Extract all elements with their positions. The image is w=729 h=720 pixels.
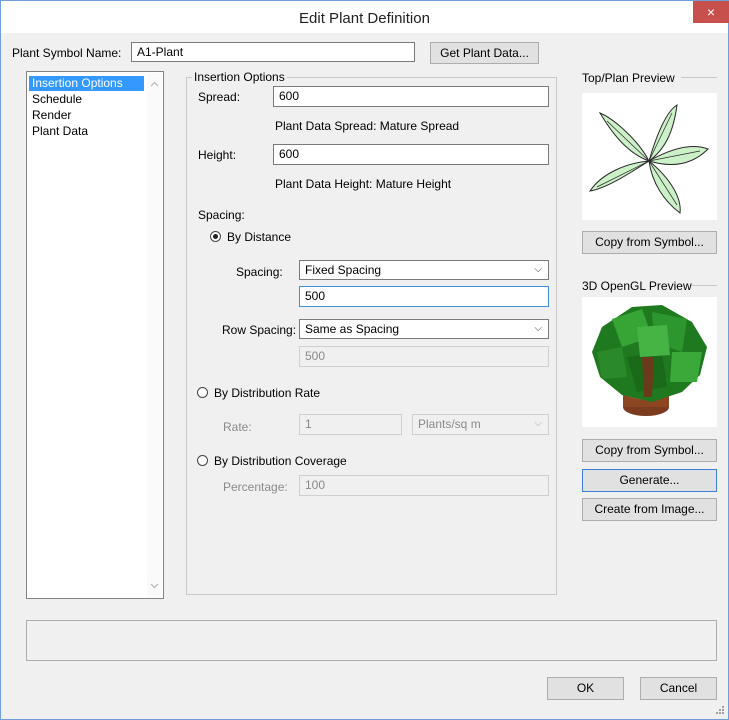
by-distribution-coverage-label[interactable]: By Distribution Coverage: [214, 454, 347, 468]
rate-unit-value: Plants/sq m: [418, 417, 481, 431]
close-button[interactable]: ×: [693, 1, 729, 23]
spacing-value-input[interactable]: 500: [299, 286, 549, 307]
by-distribution-coverage-radio[interactable]: [197, 455, 208, 466]
window-title: Edit Plant Definition: [299, 10, 430, 27]
row-spacing-label: Row Spacing:: [222, 323, 297, 337]
title-bar: Edit Plant Definition ×: [1, 1, 729, 33]
category-list: Insertion Options Schedule Render Plant …: [26, 71, 164, 599]
spread-label: Spread:: [198, 90, 241, 104]
list-scrollbar[interactable]: [147, 73, 162, 597]
spacing-label: Spacing:: [236, 265, 283, 279]
ok-button[interactable]: OK: [547, 677, 624, 700]
percentage-input[interactable]: 100: [299, 475, 549, 496]
by-distribution-rate-label[interactable]: By Distribution Rate: [214, 386, 320, 400]
list-item-render[interactable]: Render: [29, 108, 144, 123]
rate-unit-select[interactable]: Plants/sq m ⌵: [412, 414, 549, 435]
row-spacing-select[interactable]: Same as Spacing ⌵: [299, 319, 549, 339]
cancel-button[interactable]: Cancel: [640, 677, 717, 700]
opengl-preview-label: 3D OpenGL Preview: [582, 279, 692, 293]
generate-button[interactable]: Generate...: [582, 469, 717, 492]
rate-label: Rate:: [223, 420, 252, 434]
row-spacing-value-input[interactable]: 500: [299, 346, 549, 367]
spacing-header: Spacing:: [198, 208, 245, 222]
chevron-down-icon: ⌵: [534, 264, 542, 275]
plant-symbol-name-input[interactable]: A1-Plant: [131, 42, 415, 62]
top-plan-preview: [582, 93, 717, 220]
list-item-plant-data[interactable]: Plant Data: [29, 124, 144, 139]
edit-plant-definition-dialog: Edit Plant Definition × Plant Symbol Nam…: [0, 0, 729, 720]
by-distribution-rate-radio[interactable]: [197, 387, 208, 398]
height-label: Height:: [198, 148, 237, 162]
plant-top-view-icon: [588, 104, 709, 214]
copy-from-symbol-button-3d[interactable]: Copy from Symbol...: [582, 439, 717, 462]
insertion-options-legend: Insertion Options: [192, 70, 287, 84]
chevron-down-icon: ⌵: [534, 418, 542, 429]
list-item-schedule[interactable]: Schedule: [29, 92, 144, 107]
scroll-up-icon[interactable]: [147, 77, 162, 92]
spacing-type-select[interactable]: Fixed Spacing ⌵: [299, 260, 549, 280]
status-area: [26, 620, 717, 661]
row-spacing-select-value: Same as Spacing: [305, 322, 400, 336]
spread-input[interactable]: 600: [273, 86, 549, 107]
opengl-separator: [691, 285, 717, 286]
spacing-type-value: Fixed Spacing: [305, 263, 382, 277]
by-distance-label[interactable]: By Distance: [227, 230, 291, 244]
opengl-preview: [582, 297, 717, 427]
resize-grip-icon[interactable]: [715, 705, 725, 715]
rate-input[interactable]: 1: [299, 414, 402, 435]
plant-3d-icon: [592, 305, 707, 416]
height-note: Plant Data Height: Mature Height: [275, 177, 452, 191]
top-plan-separator: [681, 77, 717, 78]
height-input[interactable]: 600: [273, 144, 549, 165]
spread-note: Plant Data Spread: Mature Spread: [275, 119, 460, 133]
scroll-down-icon[interactable]: [147, 578, 162, 593]
chevron-down-icon: ⌵: [534, 323, 542, 334]
percentage-label: Percentage:: [223, 480, 288, 494]
copy-from-symbol-button-top[interactable]: Copy from Symbol...: [582, 231, 717, 254]
create-from-image-button[interactable]: Create from Image...: [582, 498, 717, 521]
get-plant-data-button[interactable]: Get Plant Data...: [430, 42, 539, 64]
list-item-insertion-options[interactable]: Insertion Options: [29, 76, 144, 91]
top-plan-preview-label: Top/Plan Preview: [582, 71, 675, 85]
plant-symbol-name-label: Plant Symbol Name:: [12, 46, 122, 60]
by-distance-radio[interactable]: [210, 231, 221, 242]
